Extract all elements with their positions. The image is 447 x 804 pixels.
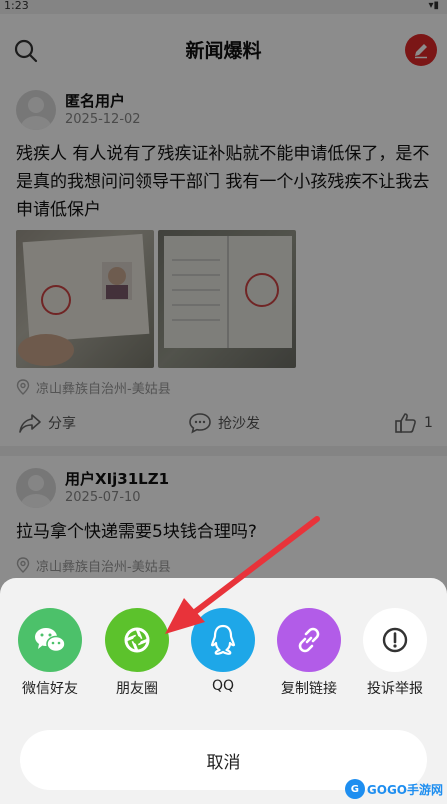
- report-complaint[interactable]: 投诉举报: [358, 608, 432, 698]
- watermark-text: GOGO手游网: [366, 782, 443, 797]
- copy-link[interactable]: 复制链接: [272, 608, 346, 698]
- qq-icon: [191, 608, 255, 672]
- link-icon: [277, 608, 341, 672]
- wechat-icon: [18, 608, 82, 672]
- share-sheet: 微信好友 朋友圈 QQ 复制链接 投诉举报 取消: [0, 578, 447, 804]
- report-icon: [363, 608, 427, 672]
- share-moments-label: 朋友圈: [116, 681, 158, 697]
- copy-link-label: 复制链接: [281, 681, 337, 697]
- watermark: G GOGO手游网: [344, 778, 443, 800]
- share-wechat-label: 微信好友: [22, 681, 78, 697]
- share-moments[interactable]: 朋友圈: [100, 608, 174, 698]
- report-label: 投诉举报: [367, 681, 423, 697]
- watermark-logo: G: [344, 779, 365, 799]
- share-qq[interactable]: QQ: [186, 608, 260, 694]
- share-wechat-friends[interactable]: 微信好友: [13, 608, 87, 698]
- moments-icon: [105, 608, 169, 672]
- share-qq-label: QQ: [211, 678, 235, 694]
